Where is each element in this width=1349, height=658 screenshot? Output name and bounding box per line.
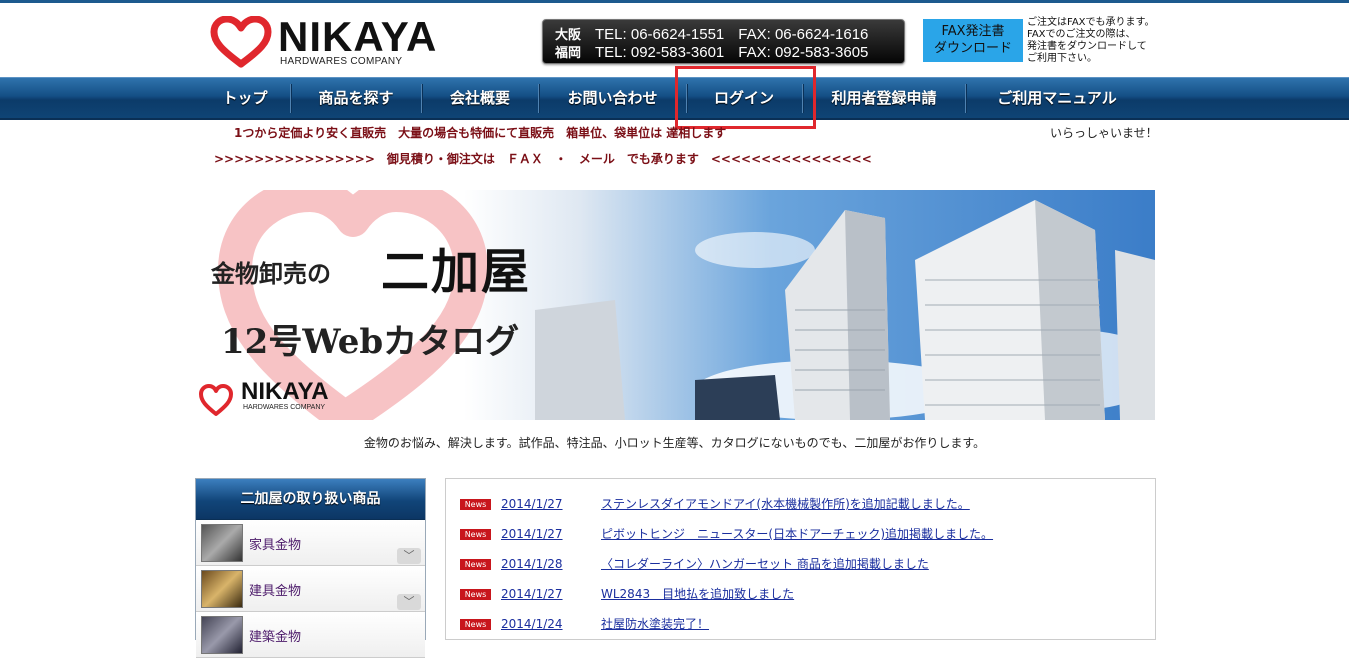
sales-tagline: 1つから定価より安く直販売 大量の場合も特価にて直販売 箱単位、袋単位は 達相し… — [234, 126, 727, 140]
order-tagline: >>>>>>>>>>>>>>>> 御見積り・御注文は ＦＡＸ ・ メール でも承… — [214, 152, 872, 166]
fax-note: ご注文はFAXでも承ります。 FAXでのご注文の際は、 発注書をダウンロードして… — [1027, 17, 1177, 65]
category-thumbnail — [201, 616, 243, 654]
logo-wordmark: NIKAYA — [278, 13, 438, 60]
news-badge: News — [460, 559, 491, 570]
category-thumbnail — [201, 570, 243, 608]
sidebar-item-furniture-hardware[interactable]: 家具金物 ﹀ — [196, 520, 425, 566]
fax-order-download-button[interactable]: FAX発注書 ダウンロード — [923, 19, 1023, 62]
sidebar-title: 二加屋の取り扱い商品 — [196, 479, 425, 520]
fax-number: FAX: 06-6624-1616 — [738, 26, 869, 43]
fax-note-line: ご注文はFAXでも承ります。 — [1027, 17, 1155, 28]
news-date[interactable]: 2014/1/27 — [501, 497, 601, 511]
fukuoka-contact-row: 福岡 TEL: 092-583-3601 FAX: 092-583-3605 — [555, 42, 868, 61]
sidebar-item-fitting-hardware[interactable]: 建具金物 ﹀ — [196, 566, 425, 612]
news-date[interactable]: 2014/1/27 — [501, 587, 601, 601]
news-item[interactable]: News 2014/1/28 〈コレダーライン〉ハンガーセット 商品を追加掲載しまし… — [460, 555, 929, 573]
top-accent-line — [0, 0, 1349, 3]
banner-logo-wordmark: NIKAYA — [241, 378, 329, 405]
banner-logo-subtitle: HARDWARES COMPANY — [243, 404, 326, 411]
news-date[interactable]: 2014/1/28 — [501, 557, 601, 571]
news-badge: News — [460, 499, 491, 510]
tel-number: TEL: 06-6624-1551 — [595, 26, 725, 43]
fax-note-line: 発注書をダウンロードして — [1027, 41, 1147, 52]
banner-catalog-title: 12号Webカタログ — [221, 322, 520, 362]
nav-user-registration[interactable]: 利用者登録申請 — [804, 78, 964, 118]
city-label: 福岡 — [555, 45, 582, 60]
heart-logo-icon — [210, 16, 272, 68]
news-link[interactable]: ステンレスダイアモンドアイ(水本機械製作所)を追加記載しました。 — [601, 497, 970, 511]
news-item[interactable]: News 2014/1/27 ピボットヒンジ ニュースター(日本ドアーチェック)追加… — [460, 525, 993, 543]
news-date[interactable]: 2014/1/24 — [501, 617, 601, 631]
site-logo[interactable]: NIKAYA HARDWARES COMPANY — [210, 14, 455, 70]
nav-company[interactable]: 会社概要 — [423, 78, 537, 118]
logo-subtitle: HARDWARES COMPANY — [280, 56, 403, 67]
banner-logo: NIKAYA HARDWARES COMPANY — [199, 378, 369, 414]
sidebar-item-label: 建具金物 — [249, 584, 302, 599]
fax-note-line: FAXでのご注文の際は、 — [1027, 29, 1136, 40]
news-link[interactable]: 〈コレダーライン〉ハンガーセット 商品を追加掲載しました — [601, 557, 929, 571]
news-badge: News — [460, 589, 491, 600]
nav-top[interactable]: トップ — [205, 78, 285, 118]
news-link[interactable]: WL2843 目地払を追加致しました — [601, 587, 794, 601]
tel-number: TEL: 092-583-3601 — [595, 44, 725, 61]
sidebar-item-label: 建築金物 — [249, 630, 302, 645]
news-badge: News — [460, 529, 491, 540]
news-link[interactable]: ピボットヒンジ ニュースター(日本ドアーチェック)追加掲載しました。 — [601, 527, 993, 541]
banner-title-main: 二加屋 — [381, 244, 532, 300]
news-badge: News — [460, 619, 491, 630]
fax-note-line: ご利用下さい。 — [1027, 53, 1097, 64]
fax-button-line2: ダウンロード — [933, 41, 1012, 56]
news-link[interactable]: 社屋防水塗装完了！ — [601, 617, 709, 631]
nav-search-products[interactable]: 商品を探す — [292, 78, 420, 118]
contact-phone-box: 大阪 TEL: 06-6624-1551 FAX: 06-6624-1616 福岡 T… — [542, 19, 905, 64]
news-date[interactable]: 2014/1/27 — [501, 527, 601, 541]
osaka-contact-row: 大阪 TEL: 06-6624-1551 FAX: 06-6624-1616 — [555, 24, 868, 43]
banner-caption: 金物のお悩み、解決します。試作品、特注品、小ロット生産等、カタログにないものでも… — [363, 436, 986, 450]
product-category-sidebar: 二加屋の取り扱い商品 家具金物 ﹀ 建具金物 ﹀ 建築金物 — [195, 478, 426, 658]
city-label: 大阪 — [555, 27, 582, 42]
fax-button-line1: FAX発注書 — [941, 24, 1005, 39]
fax-number: FAX: 092-583-3605 — [738, 44, 869, 61]
category-thumbnail — [201, 524, 243, 562]
hero-banner: 金物卸売の 二加屋 12号Webカタログ NIKAYA HARDWARES CO… — [195, 190, 1155, 420]
sidebar-item-building-hardware[interactable]: 建築金物 — [196, 612, 425, 658]
nav-contact[interactable]: お問い合わせ — [540, 78, 685, 118]
welcome-text: いらっしゃいませ！ — [1050, 126, 1158, 140]
chevron-down-icon[interactable]: ﹀ — [397, 594, 421, 610]
banner-title-prefix: 金物卸売の — [211, 259, 331, 288]
news-item[interactable]: News 2014/1/27 ステンレスダイアモンドアイ(水本機械製作所)を追加記載… — [460, 495, 970, 513]
login-highlight-box — [675, 66, 816, 129]
news-panel: News 2014/1/27 ステンレスダイアモンドアイ(水本機械製作所)を追加記載… — [445, 478, 1156, 640]
news-item[interactable]: News 2014/1/24 社屋防水塗装完了！ — [460, 615, 709, 633]
news-item[interactable]: News 2014/1/27 WL2843 目地払を追加致しました — [460, 585, 794, 603]
sidebar-item-label: 家具金物 — [249, 538, 302, 553]
chevron-down-icon[interactable]: ﹀ — [397, 548, 421, 564]
nav-user-manual[interactable]: ご利用マニュアル — [967, 78, 1147, 118]
